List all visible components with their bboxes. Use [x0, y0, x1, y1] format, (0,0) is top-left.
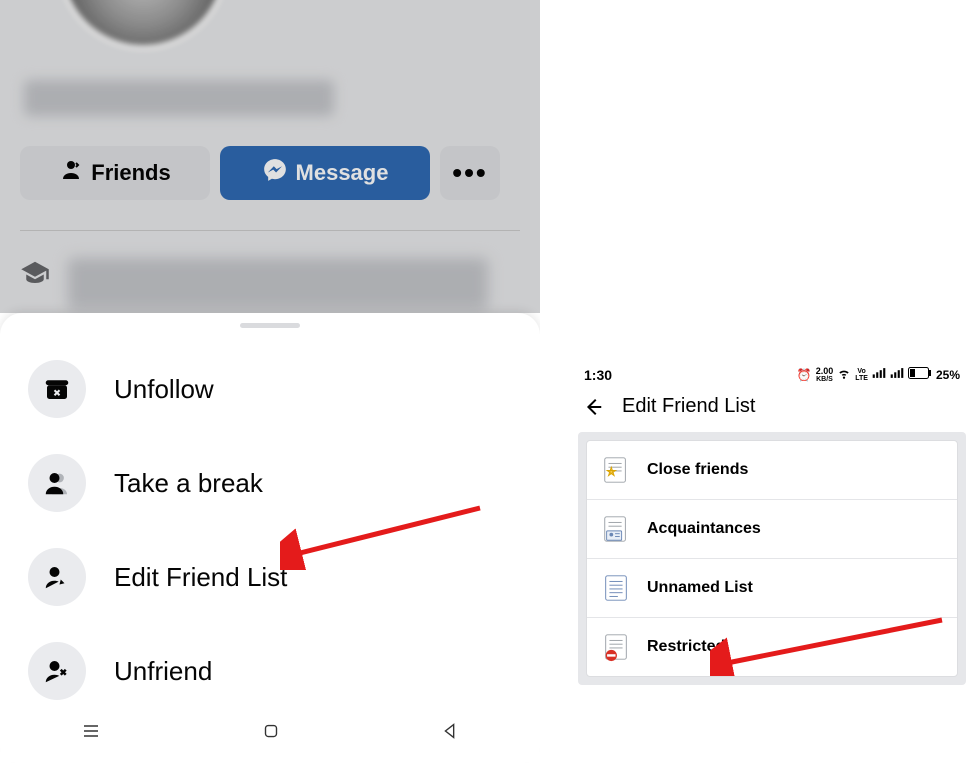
- messenger-icon: [262, 157, 288, 189]
- page-title: Edit Friend List: [622, 395, 755, 418]
- message-label: Message: [296, 160, 389, 186]
- avatar: [58, 0, 228, 50]
- screen-header: Edit Friend List: [570, 385, 974, 432]
- friend-options-sheet: Unfollow Take a break Edit Friend List U…: [0, 313, 540, 763]
- id-list-icon: [601, 514, 631, 544]
- battery-pct: 25%: [936, 368, 960, 382]
- friends-icon: [59, 158, 83, 188]
- prohibit-list-icon: [601, 632, 631, 662]
- nav-home-icon[interactable]: [260, 720, 282, 747]
- plain-list-icon: [601, 573, 631, 603]
- lte-label: LTE: [855, 375, 868, 382]
- nav-menu-icon[interactable]: [79, 719, 103, 748]
- education-row: [20, 258, 488, 310]
- status-bar: 1:30 ⏰ 2.00 KB/S Vo LTE 25%: [570, 360, 974, 385]
- person-pencil-icon: [28, 548, 86, 606]
- sheet-item-label: Unfriend: [114, 656, 212, 687]
- sheet-item-label: Take a break: [114, 468, 263, 499]
- more-button[interactable]: •••: [440, 146, 500, 200]
- more-label: •••: [452, 157, 487, 189]
- signal-icon: [872, 366, 886, 383]
- nav-back-icon[interactable]: [439, 720, 461, 747]
- person-x-icon: [28, 642, 86, 700]
- list-item-acquaintances[interactable]: Acquaintances: [587, 500, 957, 559]
- friends-label: Friends: [91, 160, 170, 186]
- star-list-icon: [601, 455, 631, 485]
- status-time: 1:30: [584, 367, 612, 383]
- friends-button[interactable]: Friends: [20, 146, 210, 200]
- message-button[interactable]: Message: [220, 146, 430, 200]
- sheet-handle[interactable]: [240, 323, 300, 328]
- list-item-label: Restricted: [647, 638, 725, 656]
- list-item-label: Acquaintances: [647, 520, 761, 538]
- graduation-cap-icon: [20, 258, 50, 288]
- friend-lists: Close friends Acquaintances Unnamed List…: [586, 440, 958, 677]
- profile-name-redacted: [24, 80, 334, 116]
- sheet-item-take-break[interactable]: Take a break: [0, 436, 540, 530]
- net-speed: 2.00: [816, 367, 834, 376]
- list-item-label: Unnamed List: [647, 579, 753, 597]
- net-unit: KB/S: [816, 376, 833, 383]
- list-item-restricted[interactable]: Restricted: [587, 618, 957, 676]
- edit-friend-list-screen: 1:30 ⏰ 2.00 KB/S Vo LTE 25%: [570, 360, 974, 730]
- person-shadow-icon: [28, 454, 86, 512]
- list-item-label: Close friends: [647, 461, 748, 479]
- system-nav-bar: [0, 703, 540, 763]
- list-item-close-friends[interactable]: Close friends: [587, 441, 957, 500]
- list-item-unnamed-list[interactable]: Unnamed List: [587, 559, 957, 618]
- sheet-item-unfollow[interactable]: Unfollow: [0, 342, 540, 436]
- education-text-redacted: [68, 258, 488, 310]
- back-icon[interactable]: [582, 396, 604, 418]
- sheet-item-label: Unfollow: [114, 374, 214, 405]
- archive-x-icon: [28, 360, 86, 418]
- signal-icon-2: [890, 366, 904, 383]
- alarm-icon: ⏰: [797, 368, 812, 382]
- sheet-item-label: Edit Friend List: [114, 562, 287, 593]
- battery-icon: [908, 367, 932, 382]
- divider: [20, 230, 520, 231]
- status-icons: ⏰ 2.00 KB/S Vo LTE 25%: [797, 366, 960, 383]
- wifi-icon: [837, 366, 851, 383]
- profile-screen: Friends Message •••: [0, 0, 540, 763]
- profile-header-area: Friends Message •••: [0, 0, 540, 313]
- sheet-item-edit-friend-list[interactable]: Edit Friend List: [0, 530, 540, 624]
